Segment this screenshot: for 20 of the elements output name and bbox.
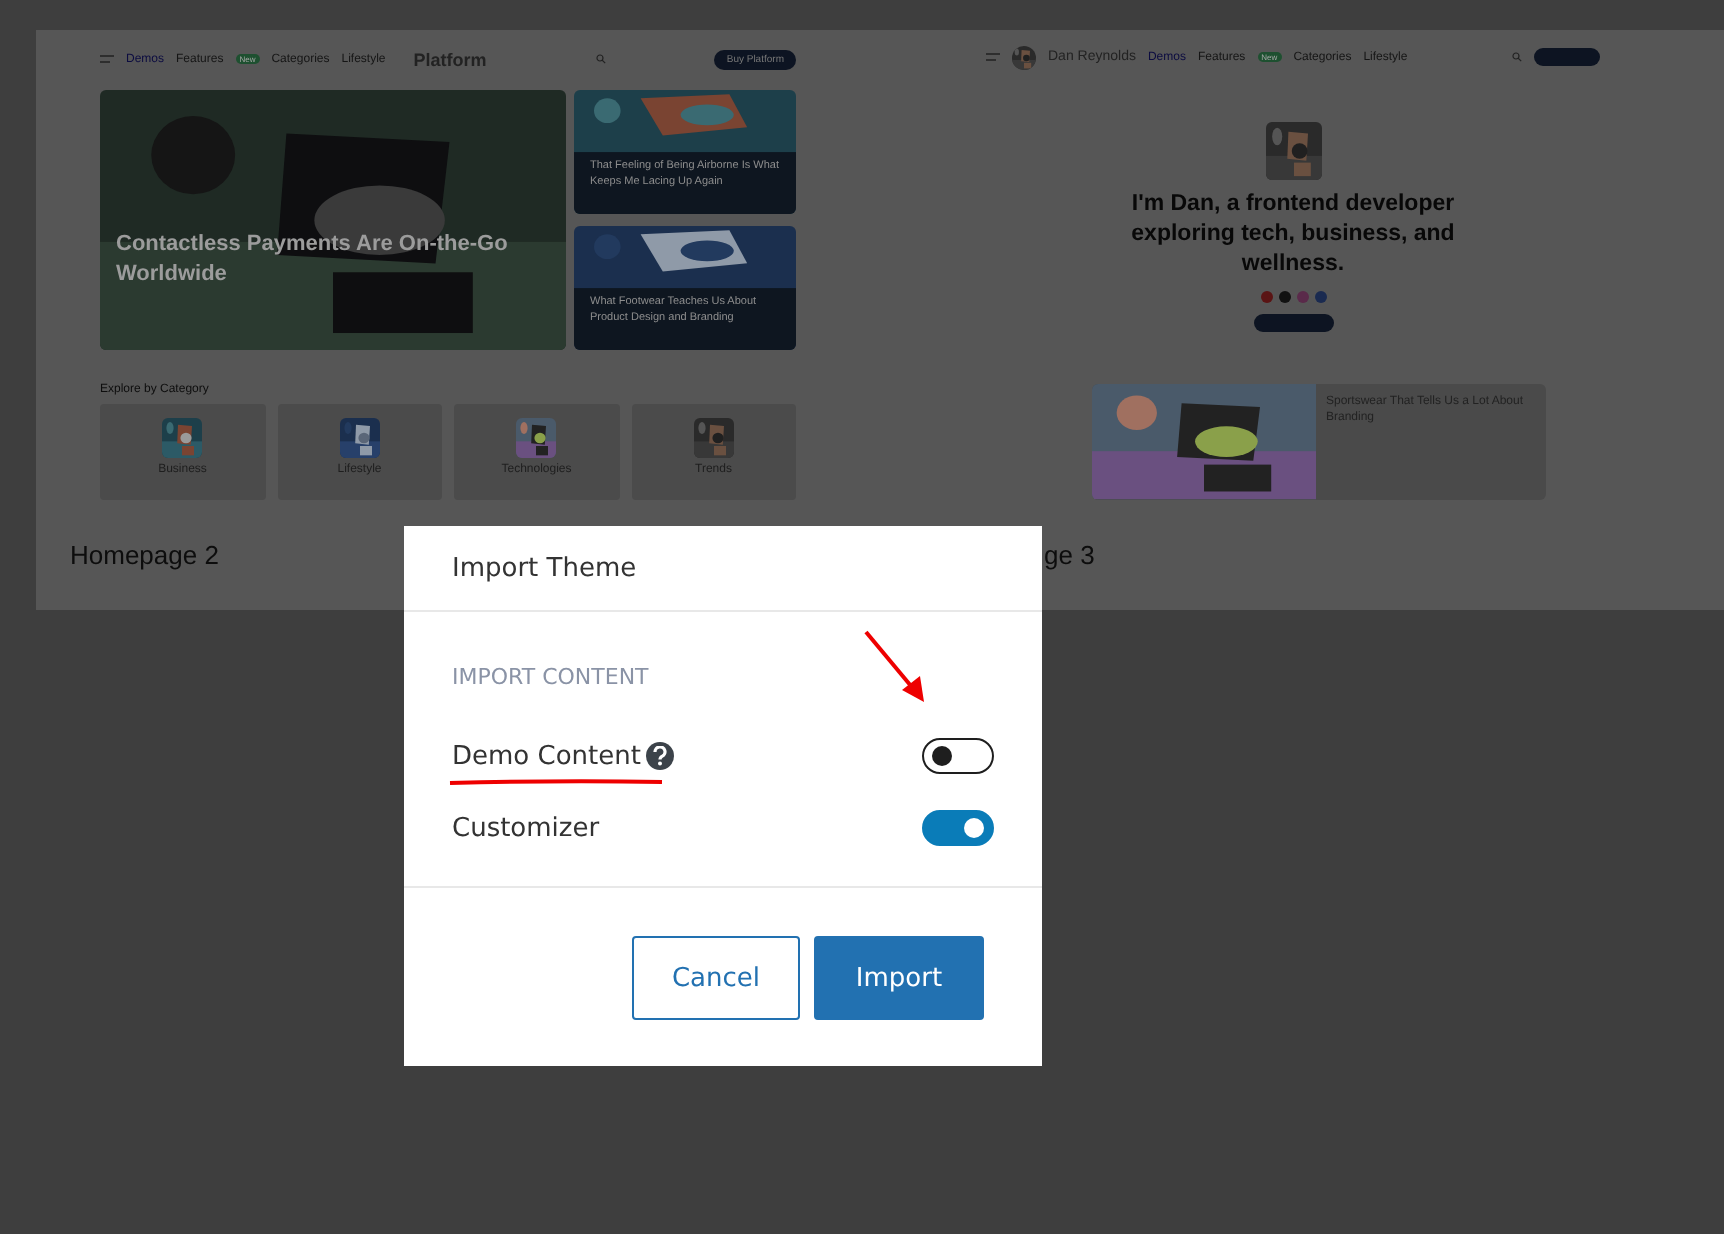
help-icon[interactable]: [646, 742, 675, 770]
search-icon[interactable]: [595, 54, 606, 65]
cancel-button[interactable]: Cancel: [632, 936, 800, 1020]
import-button[interactable]: Import: [814, 936, 984, 1020]
arrow-icon: [862, 628, 926, 704]
buy-button[interactable]: [1534, 48, 1600, 67]
search-icon[interactable]: [1512, 52, 1522, 63]
theme-name: ge 3: [1044, 540, 1095, 570]
contact-button[interactable]: [1253, 314, 1333, 333]
social-icons[interactable]: [1259, 290, 1327, 305]
option-label: Demo Content: [452, 741, 641, 771]
menu-icon[interactable]: [986, 52, 1000, 63]
toggle-switch[interactable]: [922, 738, 994, 774]
hero-headline: I'm Dan, a frontend developer exploring tech, business, and wellness.: [1129, 190, 1457, 281]
option-label: Customizer: [452, 813, 600, 843]
dialog-title: Import Theme: [404, 526, 1042, 612]
menu-icon[interactable]: [100, 54, 114, 65]
toggle-switch[interactable]: [922, 810, 994, 846]
theme-name: Homepage 2: [70, 540, 219, 570]
section-heading: IMPORT CONTENT: [452, 664, 651, 690]
